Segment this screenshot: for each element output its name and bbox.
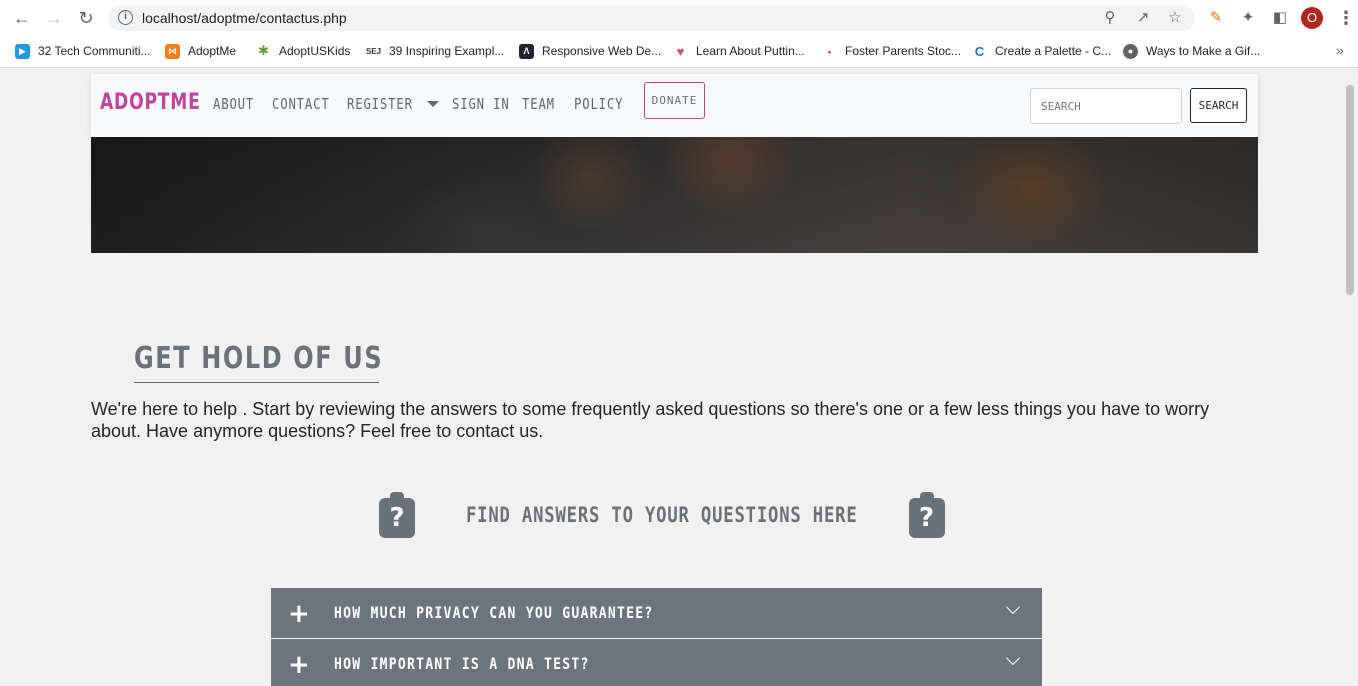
chevron-down-icon [1005, 650, 1021, 666]
plus-icon: + [288, 650, 310, 680]
sej-icon: SEJ [365, 46, 382, 56]
nav-team[interactable]: TEAM [522, 95, 555, 113]
bookmark-item[interactable]: ♥ Learn About Puttin... [673, 42, 805, 60]
page-title: GET HOLD OF US [134, 341, 384, 376]
bookmark-label: Ways to Make a Gif... [1146, 44, 1261, 58]
bookmark-item[interactable]: C Create a Palette - C... [972, 42, 1111, 60]
page-viewport: ADOPTME ABOUT CONTACT REGISTER SIGN IN T… [0, 69, 1358, 686]
nav-sign-in[interactable]: SIGN IN [452, 95, 510, 113]
bookmark-item[interactable]: Λ Responsive Web De... [519, 42, 661, 60]
responsive-web-icon: Λ [519, 43, 534, 59]
adoptuskids-icon: ✱ [258, 43, 269, 58]
back-arrow-icon[interactable]: ← [12, 8, 32, 28]
faq-accordion-item[interactable]: + HOW MUCH PRIVACY CAN YOU GUARANTEE? [271, 588, 1042, 638]
site-info-icon[interactable]: i [118, 10, 133, 25]
bookmark-label: 39 Inspiring Exampl... [389, 44, 505, 58]
bookmark-item[interactable]: ● Ways to Make a Gif... [1123, 42, 1260, 60]
bookmark-item[interactable]: SEJ 39 Inspiring Exampl... [366, 42, 504, 60]
tech-community-icon: ▶ [15, 43, 30, 59]
foster-parents-icon: ٠ [825, 42, 834, 59]
site-logo[interactable]: ADOPTME [100, 90, 201, 115]
nav-about[interactable]: ABOUT [213, 95, 254, 113]
bookmark-item[interactable]: ▶ 32 Tech Communiti... [15, 42, 151, 60]
register-dropdown-icon[interactable] [427, 101, 439, 107]
faq-title: FIND ANSWERS TO YOUR QUESTIONS HERE [465, 503, 858, 527]
bookmark-label: Foster Parents Stoc... [845, 44, 962, 58]
share-icon[interactable]: ↗ [1134, 9, 1152, 27]
pen-extension-icon[interactable]: ✎ [1206, 8, 1226, 28]
bookmark-label: AdoptUSKids [279, 44, 351, 58]
faq-question: HOW MUCH PRIVACY CAN YOU GUARANTEE? [334, 603, 654, 622]
extensions-puzzle-icon[interactable]: ✦ [1238, 8, 1258, 28]
bookmark-label: Learn About Puttin... [696, 44, 805, 58]
bookmark-item[interactable]: ٠ Foster Parents Stoc... [822, 42, 961, 60]
forward-arrow-icon[interactable]: → [44, 8, 64, 28]
hero-overlay [91, 137, 1258, 253]
donate-button[interactable]: DONATE [644, 82, 705, 119]
intro-text: We're here to help . Start by reviewing … [91, 399, 1210, 441]
bookmark-label: 32 Tech Communiti... [38, 44, 151, 58]
bookmark-item[interactable]: ✱ AdoptUSKids [256, 42, 350, 60]
plus-icon: + [288, 599, 310, 629]
bookmark-item[interactable]: ⋈ AdoptMe [165, 42, 236, 60]
chevron-down-icon [1005, 599, 1021, 615]
clipboard-question-icon: ? [379, 492, 415, 538]
xampp-icon: ⋈ [165, 43, 180, 59]
address-bar[interactable]: i localhost/adoptme/contactus.php ⚲ ↗ ☆ [108, 5, 1195, 31]
coolors-icon: C [974, 43, 985, 59]
profile-avatar[interactable]: O [1301, 7, 1323, 29]
browser-menu-icon[interactable]: ⋮ [1337, 8, 1355, 28]
nav-policy[interactable]: POLICY [574, 95, 623, 113]
browser-toolbar: ← → ↻ i localhost/adoptme/contactus.php … [0, 0, 1358, 36]
faq-accordion-item[interactable]: + HOW IMPORTANT IS A DNA TEST? [271, 639, 1042, 686]
bookmark-label: Responsive Web De... [542, 44, 662, 58]
scrollbar-thumb[interactable] [1346, 85, 1354, 295]
title-underline [134, 382, 379, 383]
faq-question: HOW IMPORTANT IS A DNA TEST? [334, 654, 590, 673]
search-button[interactable]: SEARCH [1190, 88, 1247, 123]
hero-image [91, 137, 1258, 253]
url-text[interactable]: localhost/adoptme/contactus.php [142, 10, 347, 26]
heart-icon: ♥ [676, 43, 685, 59]
page-scrollbar[interactable] [1343, 69, 1358, 686]
bookmark-label: Create a Palette - C... [995, 44, 1112, 58]
bookmark-star-icon[interactable]: ☆ [1166, 9, 1184, 27]
bookmarks-bar: ▶ 32 Tech Communiti... ⋈ AdoptMe ✱ AdoptUSK… [0, 36, 1358, 68]
side-panel-icon[interactable]: ◧ [1270, 8, 1290, 28]
search-input[interactable] [1030, 88, 1182, 124]
more-bookmarks-icon[interactable]: » [1336, 42, 1344, 58]
bookmark-label: AdoptMe [188, 44, 237, 58]
site-navbar: ADOPTME ABOUT CONTACT REGISTER SIGN IN T… [91, 74, 1258, 137]
zoom-icon[interactable]: ⚲ [1101, 9, 1119, 27]
globe-icon: ● [1123, 43, 1138, 59]
nav-register[interactable]: REGISTER [347, 95, 413, 113]
clipboard-question-icon: ? [908, 492, 945, 538]
nav-contact[interactable]: CONTACT [272, 95, 330, 113]
reload-icon[interactable]: ↻ [76, 8, 96, 28]
faq-heading: ? FIND ANSWERS TO YOUR QUESTIONS HERE ? [379, 492, 945, 538]
